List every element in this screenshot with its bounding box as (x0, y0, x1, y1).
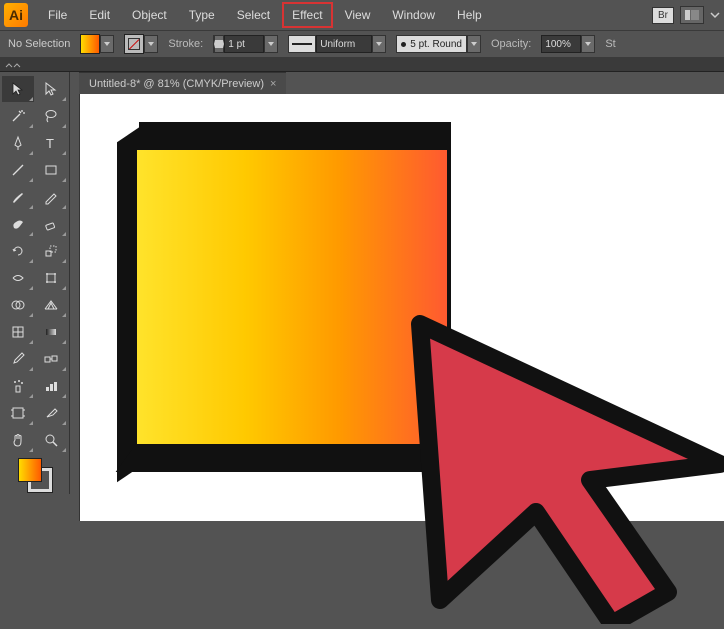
fill-color-box[interactable] (18, 458, 42, 482)
document-tab-title: Untitled-8* @ 81% (CMYK/Preview) (89, 78, 264, 90)
close-tab-icon[interactable]: × (270, 78, 276, 90)
tool-direct-selection[interactable] (35, 76, 67, 102)
options-bar: No Selection Stroke: 1 pt Uniform 5 pt. … (0, 30, 724, 58)
tool-pencil[interactable] (35, 184, 67, 210)
selection-status: No Selection (8, 38, 70, 50)
panel-collapse-strip[interactable] (0, 58, 724, 72)
tool-artboard[interactable] (2, 400, 34, 426)
tool-column-graph[interactable] (35, 373, 67, 399)
tool-line[interactable] (2, 157, 34, 183)
tool-blend[interactable] (35, 346, 67, 372)
tool-symbol-sprayer[interactable] (2, 373, 34, 399)
tool-rectangle[interactable] (35, 157, 67, 183)
tool-width[interactable] (2, 265, 34, 291)
tool-hand[interactable] (2, 427, 34, 453)
bridge-button[interactable]: Br (652, 7, 674, 24)
stroke-style-field[interactable]: Uniform (316, 35, 372, 53)
menu-file[interactable]: File (38, 2, 77, 28)
menu-bar: Ai File Edit Object Type Select Effect V… (0, 0, 724, 30)
workspace-switcher[interactable] (680, 6, 704, 24)
tool-perspective-grid[interactable] (35, 292, 67, 318)
stroke-swatch[interactable] (124, 34, 144, 54)
tool-eraser[interactable] (35, 211, 67, 237)
fill-dropdown[interactable] (100, 35, 114, 53)
menu-edit[interactable]: Edit (79, 2, 120, 28)
artboard[interactable] (79, 94, 724, 521)
tool-free-transform[interactable] (35, 265, 67, 291)
tool-slice[interactable] (35, 400, 67, 426)
menu-window[interactable]: Window (382, 2, 445, 28)
opacity-field[interactable]: 100% (541, 35, 581, 53)
tool-type[interactable]: T (35, 130, 67, 156)
menu-effect[interactable]: Effect (282, 2, 332, 28)
canvas-area (79, 94, 724, 521)
menu-view[interactable]: View (335, 2, 381, 28)
document-tab[interactable]: Untitled-8* @ 81% (CMYK/Preview) × (79, 72, 286, 94)
stroke-weight-field[interactable]: 1 pt (224, 35, 264, 53)
fill-stroke-control[interactable] (18, 458, 52, 492)
opacity-dropdown[interactable] (581, 35, 595, 53)
stroke-dropdown[interactable] (144, 35, 158, 53)
tool-zoom[interactable] (35, 427, 67, 453)
app-logo: Ai (4, 3, 28, 27)
tool-gradient[interactable] (35, 319, 67, 345)
menu-object[interactable]: Object (122, 2, 177, 28)
stroke-label: Stroke: (168, 38, 203, 50)
chevron-down-icon[interactable] (710, 10, 720, 20)
fill-swatch[interactable] (80, 34, 100, 54)
menu-help[interactable]: Help (447, 2, 492, 28)
tool-scale[interactable] (35, 238, 67, 264)
brush-profile-button[interactable]: 5 pt. Round (396, 35, 467, 53)
tool-mesh[interactable] (2, 319, 34, 345)
tool-paintbrush[interactable] (2, 184, 34, 210)
tool-lasso[interactable] (35, 103, 67, 129)
cursor-overlay-icon (380, 304, 724, 624)
stroke-style-dropdown[interactable] (372, 35, 386, 53)
document-tabs: Untitled-8* @ 81% (CMYK/Preview) × (79, 72, 286, 94)
menu-select[interactable]: Select (227, 2, 280, 28)
stroke-profile-preview (288, 35, 316, 53)
tool-rotate[interactable] (2, 238, 34, 264)
brush-profile-label: 5 pt. Round (410, 39, 462, 50)
tools-panel: T (0, 72, 70, 494)
tool-selection[interactable] (2, 76, 34, 102)
tool-pen[interactable] (2, 130, 34, 156)
tool-shape-builder[interactable] (2, 292, 34, 318)
tool-eyedropper[interactable] (2, 346, 34, 372)
stroke-weight-dropdown[interactable] (264, 35, 278, 53)
opacity-label: Opacity: (491, 38, 531, 50)
menu-type[interactable]: Type (179, 2, 225, 28)
style-label: St (605, 38, 615, 50)
tool-blob-brush[interactable] (2, 211, 34, 237)
tool-magic-wand[interactable] (2, 103, 34, 129)
brush-profile-dropdown[interactable] (467, 35, 481, 53)
svg-text:T: T (46, 136, 54, 151)
